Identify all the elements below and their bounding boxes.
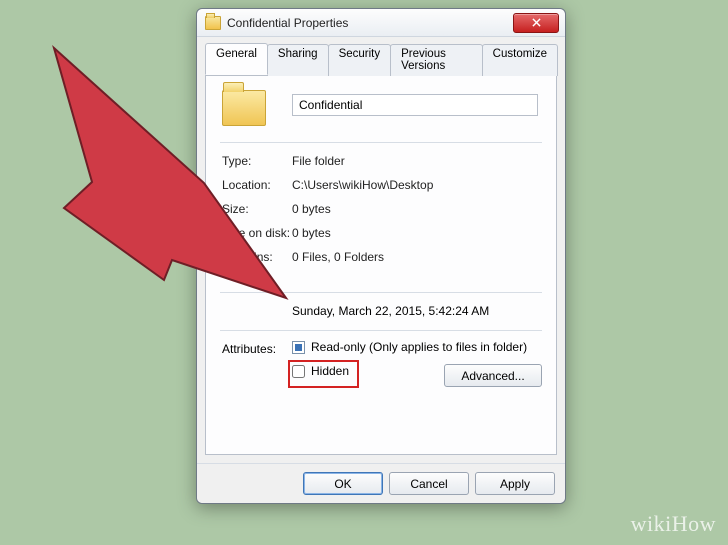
readonly-checkbox-row[interactable]: Read-only (Only applies to files in fold… [292, 340, 527, 354]
separator [220, 330, 542, 331]
created-value: Sunday, March 22, 2015, 5:42:24 AM [292, 304, 489, 318]
close-button[interactable] [513, 13, 559, 33]
location-value: C:\Users\wikiHow\Desktop [292, 178, 542, 192]
cancel-button[interactable]: Cancel [389, 472, 469, 495]
general-panel: Type: File folder Location: C:\Users\wik… [205, 76, 557, 455]
tab-strip: General Sharing Security Previous Versio… [205, 43, 557, 76]
tab-general[interactable]: General [205, 43, 268, 75]
size-value: 0 bytes [292, 202, 542, 216]
attributes-label: Attributes: [222, 342, 276, 356]
contains-label: Contains: [222, 250, 292, 264]
size-on-disk-label: Size on disk: [222, 226, 292, 240]
ok-button[interactable]: OK [303, 472, 383, 495]
tab-sharing[interactable]: Sharing [267, 44, 329, 76]
hidden-checkbox[interactable] [292, 365, 305, 378]
separator [220, 292, 542, 293]
folder-icon-large [222, 90, 266, 126]
row-size: Size: 0 bytes [222, 202, 542, 216]
advanced-button[interactable]: Advanced... [444, 364, 542, 387]
separator [220, 142, 542, 143]
tab-customize[interactable]: Customize [482, 44, 558, 76]
size-on-disk-value: 0 bytes [292, 226, 542, 240]
tab-previous-versions[interactable]: Previous Versions [390, 44, 483, 76]
type-label: Type: [222, 154, 292, 168]
dialog-button-bar: OK Cancel Apply [197, 463, 565, 503]
folder-icon [205, 16, 221, 30]
folder-name-input[interactable] [292, 94, 538, 116]
hidden-label: Hidden [311, 364, 349, 378]
row-location: Location: C:\Users\wikiHow\Desktop [222, 178, 542, 192]
hidden-checkbox-row[interactable]: Hidden [292, 364, 349, 378]
titlebar[interactable]: Confidential Properties [197, 9, 565, 37]
window-title: Confidential Properties [227, 16, 513, 30]
row-size-on-disk: Size on disk: 0 bytes [222, 226, 542, 240]
properties-dialog: Confidential Properties General Sharing … [196, 8, 566, 504]
close-icon [532, 18, 541, 27]
row-type: Type: File folder [222, 154, 542, 168]
type-value: File folder [292, 154, 542, 168]
hidden-highlight: Hidden [288, 360, 359, 388]
size-label: Size: [222, 202, 292, 216]
wikihow-watermark: wikiHow [631, 511, 716, 537]
readonly-checkbox[interactable] [292, 341, 305, 354]
location-label: Location: [222, 178, 292, 192]
readonly-label: Read-only (Only applies to files in fold… [311, 340, 527, 354]
tab-security[interactable]: Security [328, 44, 392, 76]
row-contains: Contains: 0 Files, 0 Folders [222, 250, 542, 264]
contains-value: 0 Files, 0 Folders [292, 250, 542, 264]
property-rows: Type: File folder Location: C:\Users\wik… [222, 154, 542, 274]
apply-button[interactable]: Apply [475, 472, 555, 495]
